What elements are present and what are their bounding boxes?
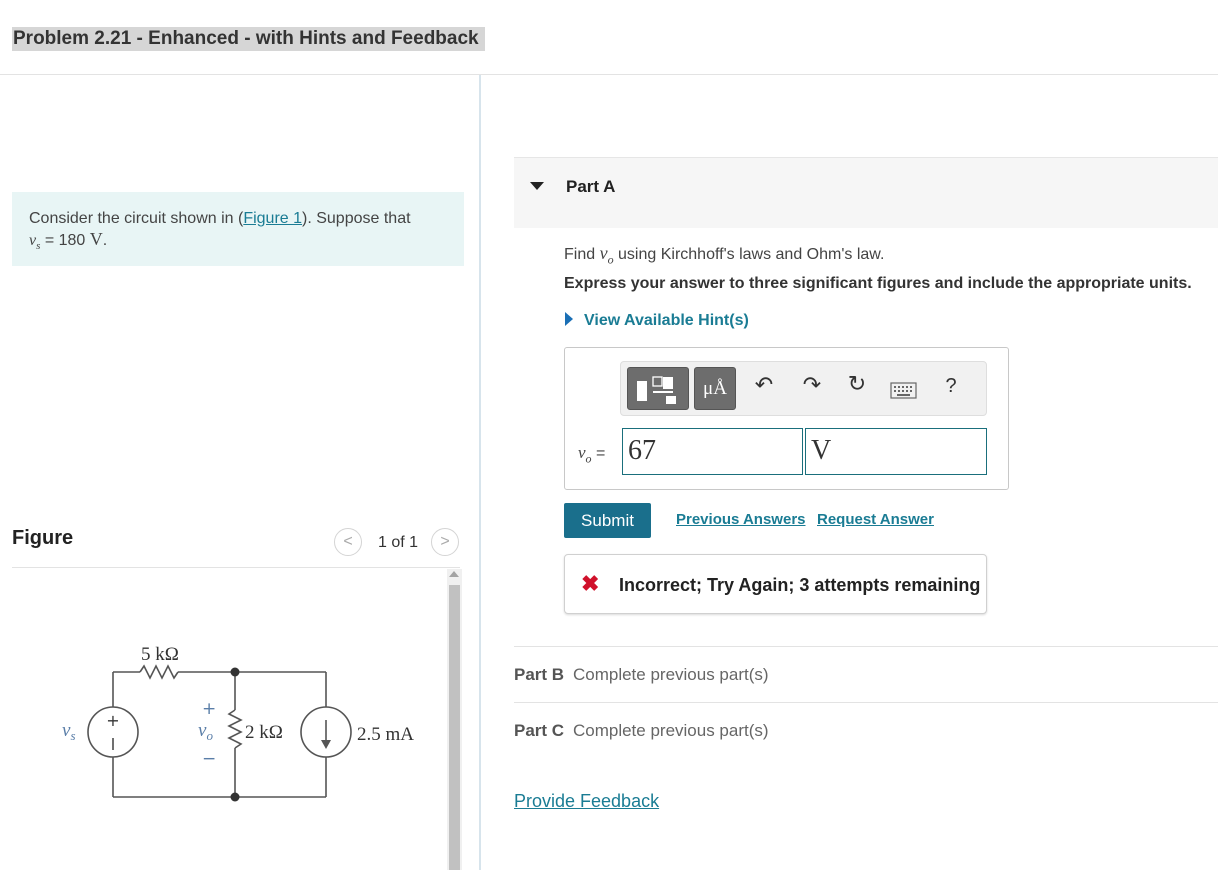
problem-text-after: ). Suppose that	[302, 210, 411, 227]
next-figure-button[interactable]: >	[431, 528, 459, 556]
vo-circuit-label: vo	[198, 720, 213, 743]
templates-button[interactable]	[627, 367, 689, 410]
incorrect-icon: ✖	[581, 571, 600, 596]
provide-feedback-link[interactable]: Provide Feedback	[514, 791, 659, 812]
problem-period: .	[102, 232, 108, 249]
figure-link[interactable]: Figure 1	[243, 210, 302, 227]
answer-unit-input[interactable]: V	[805, 428, 987, 475]
feedback-text: Incorrect; Try Again; 3 attempts remaini…	[619, 575, 981, 595]
node-bottom	[230, 792, 240, 802]
vo-plus: +	[202, 699, 216, 719]
submit-button[interactable]: Submit	[564, 503, 651, 538]
node-top	[230, 667, 240, 677]
templates-icon	[637, 376, 676, 404]
part-a-label[interactable]: Part A	[566, 177, 615, 197]
keyboard-icon	[890, 382, 917, 399]
part-c-divider	[514, 702, 1218, 703]
units-icon: μÅ	[703, 378, 727, 399]
keyboard-button[interactable]	[890, 380, 918, 405]
vo-minus: −	[202, 749, 216, 769]
redo-button[interactable]: ↷	[797, 372, 827, 398]
problem-statement: Consider the circuit shown in (Figure 1)…	[12, 192, 464, 266]
header-divider	[0, 74, 1218, 75]
figure-title: Figure	[12, 527, 74, 549]
page-title: Problem 2.21 - Enhanced - with Hints and…	[12, 27, 485, 51]
part-c-status: Complete previous part(s)	[572, 721, 769, 740]
part-b-row[interactable]: Part B Complete previous part(s)	[514, 665, 769, 685]
vs-unit: V	[89, 229, 103, 249]
part-b-divider	[514, 646, 1218, 647]
scroll-up-arrow-icon[interactable]	[449, 571, 459, 577]
source-plus: +	[106, 711, 119, 730]
problem-text-before: Consider the circuit shown in (	[29, 210, 244, 227]
circuit-diagram: + 5 kΩ 2 kΩ 2.5 mA vs + vo −	[62, 644, 414, 802]
previous-answers-link[interactable]: Previous Answers	[676, 511, 806, 528]
scroll-thumb[interactable]	[449, 585, 460, 870]
part-a-header[interactable]	[514, 157, 1218, 228]
part-a-question: Find vo using Kirchhoff's laws and Ohm's…	[564, 243, 885, 267]
request-answer-link[interactable]: Request Answer	[817, 511, 934, 528]
prev-figure-button[interactable]: <	[334, 528, 362, 556]
reset-button[interactable]: ↻	[842, 371, 872, 397]
answer-value-input[interactable]: 67	[622, 428, 803, 475]
r2-label: 2 kΩ	[245, 722, 283, 743]
vs-source-label: vs	[62, 720, 76, 743]
vs-value: = 180	[40, 232, 90, 249]
chevron-right-icon: >	[440, 533, 450, 550]
caret-down-icon[interactable]	[530, 182, 544, 190]
help-button[interactable]: ?	[936, 375, 966, 398]
help-icon: ?	[945, 375, 957, 397]
part-c-label: Part C	[514, 721, 565, 740]
units-button[interactable]: μÅ	[694, 367, 736, 410]
redo-icon: ↷	[802, 372, 822, 397]
current-label: 2.5 mA	[357, 724, 414, 745]
undo-icon: ↶	[754, 372, 774, 397]
figure-divider	[12, 567, 460, 568]
reset-icon: ↻	[847, 371, 867, 396]
chevron-left-icon: <	[343, 533, 353, 550]
figure-pager: 1 of 1	[378, 534, 419, 551]
vs-symbol: vs	[29, 232, 41, 253]
current-arrow-icon	[321, 740, 331, 749]
view-hints-link[interactable]: View Available Hint(s)	[584, 312, 749, 330]
undo-button[interactable]: ↶	[749, 372, 779, 398]
part-c-row[interactable]: Part C Complete previous part(s)	[514, 721, 769, 741]
part-a-instructions: Express your answer to three significant…	[564, 275, 1192, 292]
part-b-status: Complete previous part(s)	[572, 665, 769, 684]
r1-label: 5 kΩ	[141, 644, 179, 665]
part-b-label: Part B	[514, 665, 565, 684]
column-divider	[479, 75, 481, 870]
caret-right-icon[interactable]	[565, 312, 573, 326]
answer-variable-label: vo =	[578, 443, 606, 466]
